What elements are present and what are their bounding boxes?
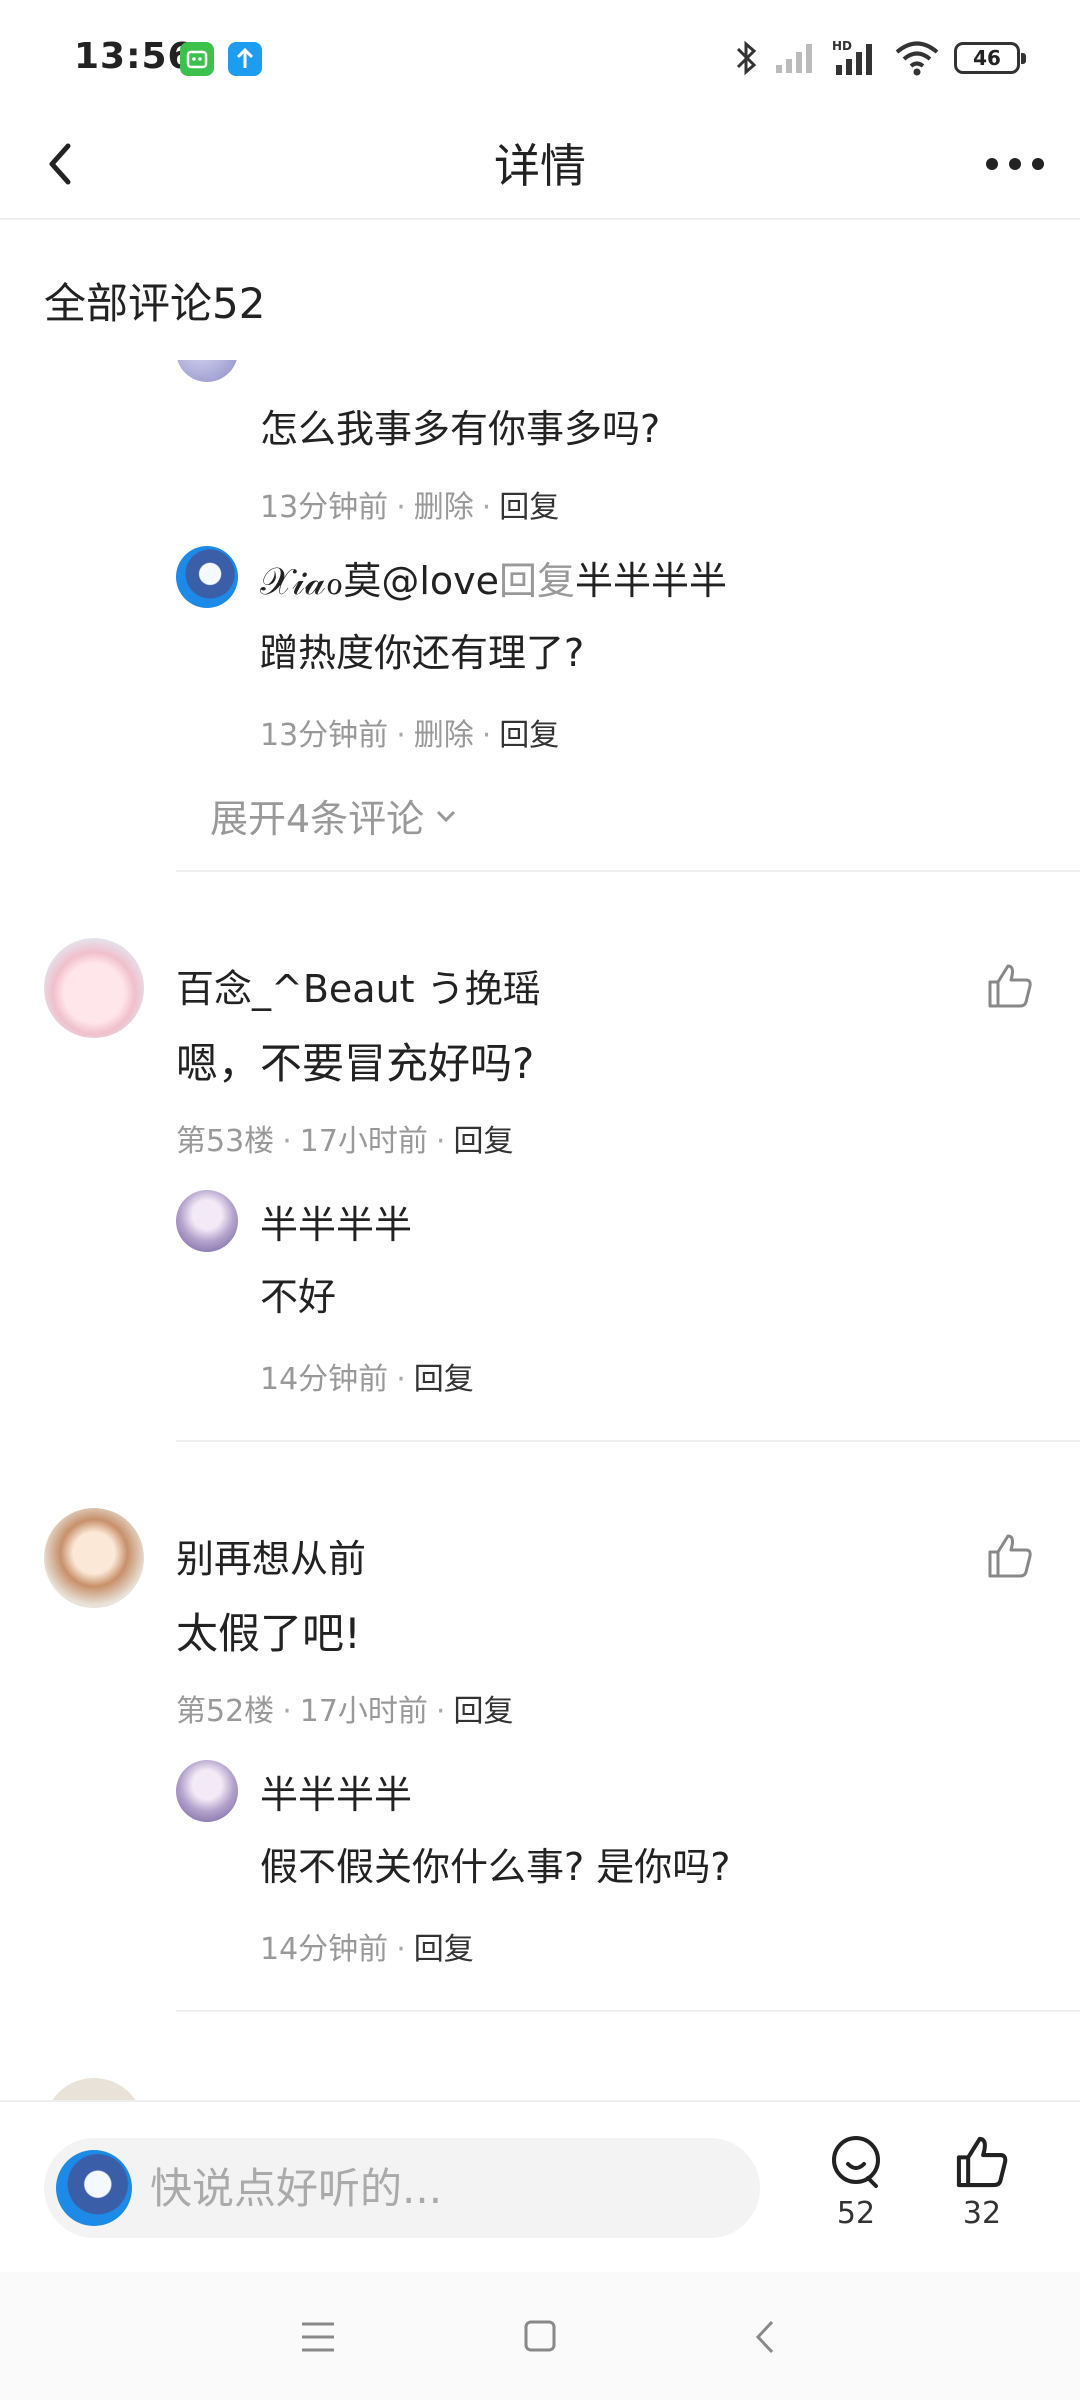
status-bar: 13:56 HD 46 xyxy=(0,0,1080,110)
delete-link[interactable]: 删除 xyxy=(414,718,474,753)
bluetooth-icon xyxy=(736,40,757,76)
more-options-button[interactable] xyxy=(980,134,1050,194)
recent-apps-button[interactable] xyxy=(288,2312,348,2362)
reply-link[interactable]: 回复 xyxy=(414,1932,474,1967)
like-button[interactable] xyxy=(984,1530,1036,1582)
my-avatar xyxy=(56,2150,132,2226)
comment-user[interactable]: 别再想从前 xyxy=(176,1528,366,1583)
system-nav-bar xyxy=(0,2272,1080,2400)
more-dots-icon xyxy=(986,158,1044,170)
comments-section-title: 全部评论52 xyxy=(44,279,266,328)
chevron-down-icon xyxy=(437,810,456,822)
top-app-bar: 详情 xyxy=(0,110,1080,220)
comment-list[interactable]: 怎么我事多有你事多吗? 13分钟前 · 删除 · 回复 𝒳𝒾𝒶ℴ莫@love回复半半半半… xyxy=(0,360,1080,2100)
battery-icon: 46 xyxy=(954,42,1026,74)
app-notification-icon xyxy=(180,42,214,76)
svg-text:HD: HD xyxy=(832,39,852,53)
comment-divider xyxy=(176,2010,1080,2012)
system-back-button[interactable] xyxy=(736,2312,796,2362)
reply-keyword: 回复 xyxy=(499,559,576,603)
reply-meta: 13分钟前 · 删除 · 回复 xyxy=(260,490,560,525)
avatar[interactable] xyxy=(44,1508,144,1608)
comment-divider xyxy=(176,870,1080,872)
floor-number: 第53楼 xyxy=(176,1124,275,1159)
reply-user[interactable]: 半半半半 xyxy=(260,1194,412,1249)
reply-text: 蹭热度你还有理了? xyxy=(260,631,585,675)
comment-time: 17小时前 xyxy=(299,1694,428,1729)
avatar[interactable] xyxy=(176,360,238,382)
avatar[interactable] xyxy=(176,1190,238,1252)
thumbs-up-icon xyxy=(956,2136,1008,2188)
comment-time: 17小时前 xyxy=(299,1124,428,1159)
avatar[interactable] xyxy=(44,2078,144,2100)
comments-button[interactable]: 52 xyxy=(806,2132,906,2252)
expand-label: 展开4条评论 xyxy=(210,797,425,841)
upload-notification-icon xyxy=(228,42,262,76)
reply-text: 不好 xyxy=(260,1275,337,1319)
like-count: 32 xyxy=(962,2196,1002,2231)
wifi-icon xyxy=(895,41,939,76)
comment-user[interactable]: 百念_^Beaut う挽瑶 xyxy=(176,958,541,1013)
reply-text: 怎么我事多有你事多吗? xyxy=(260,407,661,451)
comment-input-bar: 52 32 xyxy=(0,2100,1080,2270)
back-chevron-icon xyxy=(755,2320,774,2354)
battery-level: 46 xyxy=(973,46,1001,70)
reply-user[interactable]: 𝒳𝒾𝒶ℴ莫@love xyxy=(260,559,499,603)
reply-time: 14分钟前 xyxy=(260,1932,389,1967)
home-square-icon xyxy=(524,2320,556,2352)
reply-link[interactable]: 回复 xyxy=(499,718,559,753)
comment-divider xyxy=(176,1440,1080,1442)
comment-input[interactable] xyxy=(150,2138,730,2238)
reply-link[interactable]: 回复 xyxy=(499,490,559,525)
reply-text: 假不假关你什么事? 是你吗? xyxy=(260,1845,731,1889)
expand-replies-button[interactable]: 展开4条评论 xyxy=(210,788,460,843)
delete-link[interactable]: 删除 xyxy=(414,490,474,525)
comment-input-container[interactable] xyxy=(44,2138,760,2238)
like-post-button[interactable]: 32 xyxy=(932,2132,1032,2252)
like-button[interactable] xyxy=(984,960,1036,1012)
reply-target-user[interactable]: 半半半半 xyxy=(575,559,727,603)
page-title: 详情 xyxy=(494,139,586,193)
reply-link[interactable]: 回复 xyxy=(453,1124,513,1159)
reply-meta: 14分钟前 · 回复 xyxy=(260,1932,474,1967)
home-button[interactable] xyxy=(510,2312,570,2362)
signal-hd-icon: HD xyxy=(832,39,872,75)
comment-text: 太假了吧! xyxy=(176,1609,361,1658)
comment-meta: 第52楼 · 17小时前 · 回复 xyxy=(176,1694,514,1729)
comment-text: 嗯，不要冒充好吗? xyxy=(176,1039,535,1088)
menu-icon xyxy=(302,2322,334,2352)
status-time: 13:56 xyxy=(74,36,194,77)
reply-time: 13分钟前 xyxy=(260,718,389,753)
reply-link[interactable]: 回复 xyxy=(453,1694,513,1729)
signal-icon xyxy=(776,44,812,73)
comment-bubble-icon xyxy=(832,2136,880,2188)
floor-number: 第52楼 xyxy=(176,1694,275,1729)
reply-link[interactable]: 回复 xyxy=(414,1362,474,1397)
reply-time: 13分钟前 xyxy=(260,490,389,525)
avatar[interactable] xyxy=(176,546,238,608)
comment-count: 52 xyxy=(836,2196,876,2231)
reply-user[interactable]: 半半半半 xyxy=(260,1764,412,1819)
thumbs-up-icon xyxy=(988,1534,1032,1578)
reply-header: 𝒳𝒾𝒶ℴ莫@love回复半半半半 xyxy=(260,550,727,605)
comment-meta: 第53楼 · 17小时前 · 回复 xyxy=(176,1124,514,1159)
avatar[interactable] xyxy=(176,1760,238,1822)
reply-time: 14分钟前 xyxy=(260,1362,389,1397)
avatar[interactable] xyxy=(44,938,144,1038)
thumbs-up-icon xyxy=(988,964,1032,1008)
reply-meta: 14分钟前 · 回复 xyxy=(260,1362,474,1397)
reply-meta: 13分钟前 · 删除 · 回复 xyxy=(260,718,560,753)
